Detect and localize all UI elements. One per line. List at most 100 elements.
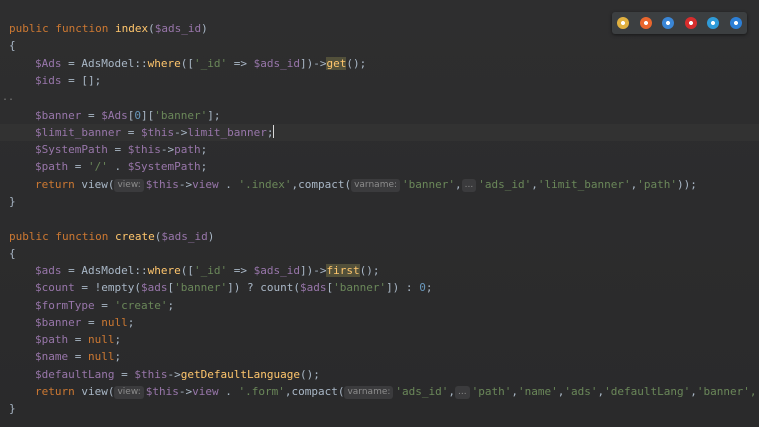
code-token: = [94,299,115,312]
variable: $this [145,385,179,398]
code-line[interactable]: $path = null; [35,331,121,348]
variable: $banner [35,316,82,329]
code-token: , [448,385,456,398]
code-token: ; [127,316,135,329]
code-line[interactable]: { [9,245,16,262]
chrome-icon[interactable] [617,17,630,29]
variable: $ads_id [253,57,300,70]
code-token: view( [81,178,115,191]
code-token: ; [114,350,122,363]
code-token: ; [425,281,433,294]
variable: $this [134,368,168,381]
code-token: = []; [61,74,102,87]
text-caret [273,125,275,138]
property: view [192,385,219,398]
code-line[interactable]: { [9,37,16,54]
code-token: ; [200,143,208,156]
code-line[interactable]: } [9,193,16,210]
code-token: ; [266,126,274,139]
string: 'defaultLang' [604,385,691,398]
code-token: = AdsModel:: [61,57,148,70]
string: 'banner' [174,281,228,294]
code-line[interactable]: $ads = AdsModel::where(['_id' => $ads_id… [35,262,379,279]
variable: $SystemPath [35,143,108,156]
code-token: ([ [180,264,194,277]
fold-marker[interactable]: .. [2,92,14,103]
property: path [174,143,201,156]
safari-icon[interactable] [662,17,675,29]
property: view [192,178,219,191]
string: 'path' [471,385,512,398]
string: 'create' [114,299,168,312]
code-token: ]) : [386,281,420,294]
code-token: ])-> [299,264,327,277]
method-name: where [147,57,181,70]
code-token: => [227,57,254,70]
code-line[interactable]: public function create($ads_id) [9,228,214,245]
function-name: index [114,22,149,35]
code-token: (); [359,264,380,277]
code-line[interactable]: $banner = null; [35,314,134,331]
variable: $name [35,350,69,363]
string: 'ads_id' [395,385,449,398]
code-line[interactable]: public function index($ads_id) [9,20,208,37]
string: 'path' [637,178,677,191]
code-token: ,' [749,385,759,398]
code-token: -> [174,126,188,139]
method-name: getDefaultLanguage [180,368,300,381]
browser-preview-toolbar [612,12,747,34]
variable: $count [35,281,75,294]
code-editor[interactable]: .. public function index($ads_id) { $Ads… [0,0,759,427]
string: '/' [88,160,108,173]
code-token: = AdsModel:: [61,264,148,277]
edge-icon[interactable] [729,17,742,29]
opera-icon[interactable] [684,17,697,29]
code-token: ; [200,160,208,173]
code-token: , [690,385,697,398]
param-hint: ... [461,179,477,192]
code-line[interactable]: } [9,400,16,417]
code-token: (); [346,57,367,70]
property: limit_banner [187,126,267,139]
code-line[interactable]: $SystemPath = $this->path; [35,141,207,158]
code-token: ][ [140,109,155,122]
code-line[interactable]: $ids = []; [35,72,101,89]
code-token: , [511,385,518,398]
code-line[interactable]: $count = !empty($ads['banner']) ? count(… [35,279,432,296]
keyword: public function [9,22,115,35]
variable: $formType [35,299,95,312]
code-token: , [531,178,538,191]
variable: $this [127,143,161,156]
code-token: )); [676,178,697,191]
code-line[interactable]: $defaultLang = $this->getDefaultLanguage… [35,366,320,383]
code-line-current[interactable]: $limit_banner = $this->limit_banner; [0,124,759,141]
code-token: = [68,333,88,346]
variable: $ids [35,74,62,87]
code-line[interactable]: $name = null; [35,348,121,365]
code-token: ) [207,230,215,243]
code-token: ) [201,22,208,35]
string: '_id' [193,57,228,70]
variable: $ads_id [253,264,300,277]
variable: $SystemPath [127,160,201,173]
method-name: where [147,264,181,277]
code-line[interactable]: return view(view: $this->view . '.form',c… [35,383,759,400]
number: 0 [419,281,426,294]
variable: $path [35,160,69,173]
code-token: = [81,109,102,122]
code-line[interactable]: $path = '/' . $SystemPath; [35,158,207,175]
code-line[interactable]: return view(view: $this->view . '.index',… [35,176,697,193]
code-token: (); [299,368,320,381]
code-line[interactable]: $banner = $Ads[0]['banner']; [35,107,220,124]
code-token: ([ [180,57,194,70]
code-token: = [107,143,128,156]
ie-icon[interactable] [707,17,720,29]
code-line[interactable]: $formType = 'create'; [35,297,174,314]
code-token: . [218,385,239,398]
string: 'banner' [402,178,456,191]
firefox-icon[interactable] [639,17,652,29]
keyword: null [88,350,115,363]
code-token: ]; [207,109,221,122]
param-hint: ... [455,386,470,399]
code-line[interactable]: $Ads = AdsModel::where(['_id' => $ads_id… [35,55,366,72]
